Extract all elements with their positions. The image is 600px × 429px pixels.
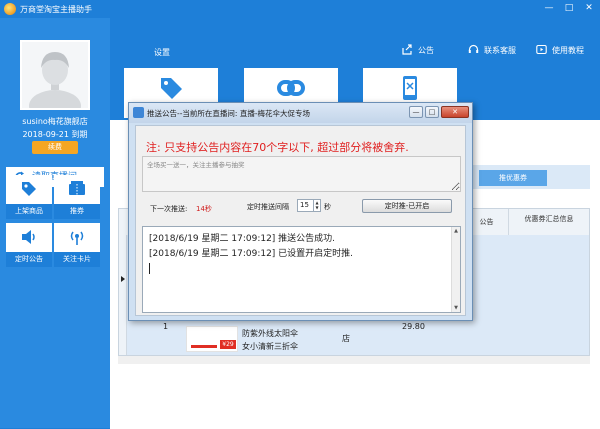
share-icon [402,44,412,55]
next-push-label: 下一次推送: [150,205,188,213]
contact-support-link[interactable]: 联系客服 [468,44,516,56]
row-index: 1 [163,322,169,331]
dialog-app-icon [133,107,144,118]
tag-icon [161,78,182,99]
product-name-line2: 女小清新三折伞 [242,342,298,351]
minimize-button[interactable]: — [540,2,558,15]
sidebar-item-push-coupon[interactable]: 推券 [54,175,100,219]
text-cursor [149,263,150,274]
next-push-countdown: 14秒 [196,205,212,213]
sidebar-item-label: 关注卡片 [54,252,100,267]
interval-value: 15 [300,201,309,209]
sidebar-item-list-products[interactable]: 上架商品 [6,175,52,219]
dialog-titlebar[interactable]: 推送公告--当前所在直播间: 直播-梅花伞大促专场 — □ ✕ [129,103,472,123]
dialog-close-button[interactable]: ✕ [441,106,469,118]
renew-button[interactable]: 续费 [32,141,78,154]
headset-icon [468,44,479,53]
sidebar-item-label: 上架商品 [6,204,52,219]
play-icon [536,44,547,55]
sidebar-item-label: 推券 [54,204,100,219]
table-horizontal-scrollbar[interactable] [118,356,590,364]
row-selector[interactable] [119,235,127,355]
dialog-title: 推送公告--当前所在直播间: 直播-梅花伞大促专场 [147,109,311,118]
log-scrollbar[interactable]: ▲ ▼ [451,227,460,312]
tag-icon [22,182,36,196]
interval-unit: 秒 [324,203,331,211]
main-titlebar: 万商堂淘宝主播助手 — □ ✕ [0,0,600,18]
product-shop: 店 [342,334,350,343]
sidebar-item-label: 定时公告 [6,252,52,267]
speaker-icon [22,230,35,244]
link-icon [277,80,305,96]
product-thumbnail: ¥29 [186,326,238,352]
dialog-minimize-button[interactable]: — [409,106,423,118]
stepper-arrows-icon[interactable]: ▲ ▼ [313,200,320,211]
log-box[interactable]: [2018/6/19 星期二 17:09:12] 推送公告成功. [2018/6… [142,226,461,313]
maximize-button[interactable]: □ [560,2,578,15]
log-line: [2018/6/19 星期二 17:09:12] 已设置开启定时推. [149,249,354,259]
avatar [20,40,90,110]
expire-date: 2018-09-21 到期 [22,130,88,139]
app-title: 万商堂淘宝主播助手 [20,5,92,14]
announcement-link[interactable]: 公告 [402,44,434,56]
settings-link[interactable]: 设置 [154,47,170,58]
push-coupon-button[interactable]: 推优惠券 [479,170,547,186]
announcement-label: 公告 [418,46,434,55]
close-button[interactable]: ✕ [580,2,598,15]
log-line: [2018/6/19 星期二 17:09:12] 推送公告成功. [149,234,336,244]
scroll-up-icon[interactable]: ▲ [453,228,459,234]
shop-name: susino梅花旗舰店 [22,117,88,126]
product-name-line1: 防紫外线太阳伞 [242,329,298,338]
mobile-phone-icon [403,76,417,100]
avatar-placeholder-icon [29,52,81,108]
sidebar-item-timed-announcement[interactable]: 定时公告 [6,223,52,267]
broadcast-icon [70,231,84,245]
dialog-maximize-button[interactable]: □ [425,106,439,118]
interval-label: 定时推送间隔 [247,203,289,211]
table-header-coupon-summary: 优惠券汇总信息 [509,209,589,235]
interval-stepper[interactable]: 15 ▲ ▼ [297,199,321,212]
timer-push-button[interactable]: 定时推-已开启 [362,199,452,213]
tutorial-label: 使用教程 [552,46,584,55]
sidebar: susino梅花旗舰店 2018-09-21 到期 续费 读取直播间 上架商品 … [0,18,110,428]
notice-text: 注: 只支持公告内容在70个字以下, 超过部分将被舍弃. [146,141,409,154]
tutorial-link[interactable]: 使用教程 [536,44,584,56]
coupon-icon [69,181,85,195]
announcement-content-input[interactable]: 全场买一送一，关注主播参与抽奖 [142,156,461,192]
thumbnail-bar [191,345,217,348]
price-tag: ¥29 [220,340,236,349]
product-price: 29.80 [402,322,425,331]
push-announcement-dialog: 推送公告--当前所在直播间: 直播-梅花伞大促专场 — □ ✕ 注: 只支持公告… [128,102,473,321]
app-logo-icon [4,3,16,15]
contact-support-label: 联系客服 [484,46,516,55]
sidebar-item-follow-card[interactable]: 关注卡片 [54,223,100,267]
dialog-body: 注: 只支持公告内容在70个字以下, 超过部分将被舍弃. 全场买一送一，关注主播… [135,125,466,316]
row-pointer-icon [121,276,125,282]
scroll-down-icon[interactable]: ▼ [453,305,459,311]
